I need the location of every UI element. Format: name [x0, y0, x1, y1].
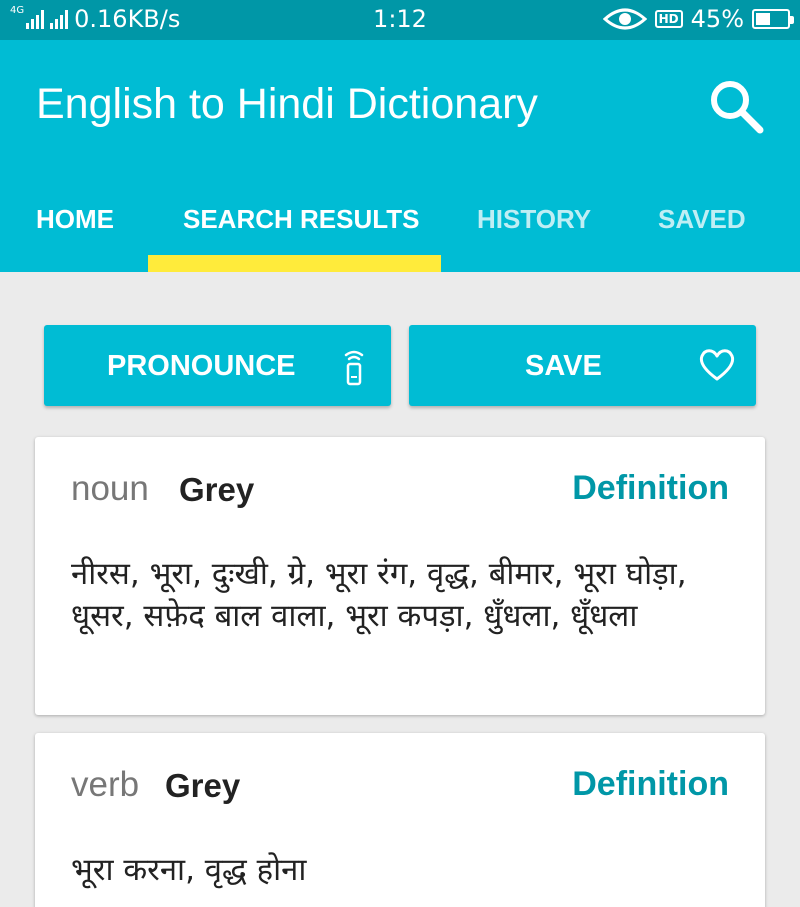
hd-badge: HD: [654, 10, 683, 28]
pronounce-label: PRONOUNCE: [107, 350, 296, 382]
tab-indicator: [148, 255, 441, 272]
part-of-speech: noun: [71, 469, 149, 508]
app-bar: English to Hindi Dictionary HOME SEARCH …: [0, 40, 800, 272]
tab-search-results[interactable]: SEARCH RESULTS: [183, 204, 419, 235]
definition-link[interactable]: Definition: [572, 469, 729, 508]
battery-icon: [752, 9, 794, 29]
battery-fill: [756, 13, 770, 25]
pronounce-button[interactable]: PRONOUNCE: [44, 325, 391, 406]
search-button[interactable]: [708, 78, 766, 136]
app-title: English to Hindi Dictionary: [36, 80, 538, 128]
speaker-icon: [344, 350, 364, 386]
save-label: SAVE: [525, 350, 602, 382]
result-word: Grey: [179, 471, 255, 508]
result-card-verb: verb Grey Definition भूरा करना, वृद्ध हो…: [35, 733, 765, 907]
status-bar: 4G 0.16KB/s 1:12 HD 45%: [0, 0, 800, 40]
tab-home[interactable]: HOME: [36, 204, 114, 235]
search-icon: [711, 81, 764, 134]
hindi-meanings: भूरा करना, वृद्ध होना: [71, 852, 307, 888]
eye-icon: [602, 8, 647, 30]
result-word: Grey: [165, 767, 241, 804]
tab-saved[interactable]: SAVED: [658, 204, 746, 235]
result-card-noun: noun Grey Definition नीरस, भूरा, दुःखी, …: [35, 437, 765, 715]
part-of-speech: verb: [71, 765, 140, 804]
status-right: HD 45%: [602, 5, 794, 33]
save-button[interactable]: SAVE: [409, 325, 756, 406]
hindi-meanings: नीरस, भूरा, दुःखी, ग्रे, भूरा रंग, वृद्ध…: [71, 556, 687, 634]
tab-history[interactable]: HISTORY: [477, 204, 591, 235]
battery-percent: 45%: [690, 5, 744, 33]
heart-icon: [699, 349, 735, 381]
definition-link[interactable]: Definition: [572, 765, 729, 804]
